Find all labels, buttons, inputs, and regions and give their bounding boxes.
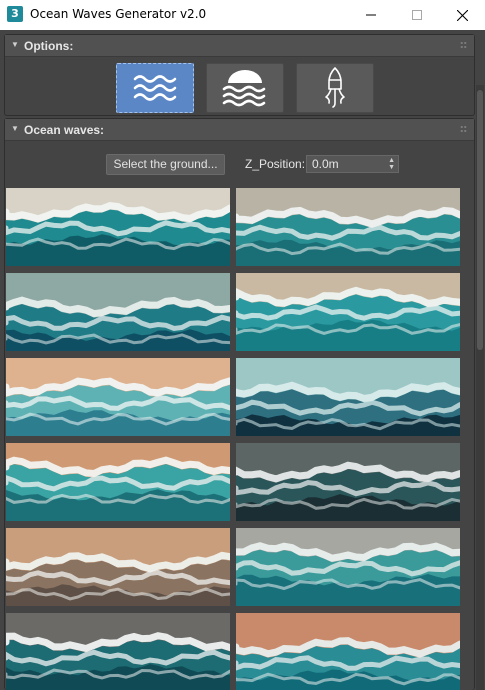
z-position-spinner[interactable]: 0.0m ▲ ▼ [306,155,399,173]
wave-image [6,358,230,436]
wave-thumb-3[interactable] [6,273,230,351]
wave-image [236,273,460,351]
options-rollout-title: Options: [24,39,74,53]
buoy-mode-button[interactable] [296,63,374,113]
wave-thumb-11[interactable] [6,613,230,690]
ocean-waves-rollout-title: Ocean waves: [24,123,105,137]
grip-icon[interactable] [460,125,467,133]
wave-image [6,273,230,351]
wave-image [236,613,460,690]
tool-panel: ▼ Options: ▼ Ocean waves: Select the gro… [0,30,485,690]
ocean-waves-rollout-header[interactable]: ▼ Ocean waves: [5,119,474,141]
close-button[interactable] [439,0,485,30]
title-bar: 3 Ocean Waves Generator v2.0 [0,0,485,30]
wave-thumb-7[interactable] [6,443,230,521]
wave-thumb-5[interactable] [6,358,230,436]
buoy-icon [325,67,345,108]
grip-icon[interactable] [460,41,467,49]
wave-image [236,443,460,521]
wave-image [6,528,230,606]
wave-image [6,188,230,266]
waves-icon [133,75,177,101]
maximize-icon [412,10,422,20]
wave-image [6,443,230,521]
wave-thumb-8[interactable] [236,443,460,521]
wave-thumb-2[interactable] [236,188,460,266]
wave-thumb-6[interactable] [236,358,460,436]
collapse-arrow-icon: ▼ [11,40,19,49]
select-ground-button[interactable]: Select the ground... [106,154,225,175]
vertical-scrollbar[interactable] [476,85,484,690]
sun-waves-icon [222,70,266,107]
z-position-value[interactable]: 0.0m [312,157,339,171]
wave-image [6,613,230,690]
app-icon: 3 [7,6,23,22]
window-title: Ocean Waves Generator v2.0 [30,7,207,21]
wave-thumb-1[interactable] [6,188,230,266]
spinner-arrows-icon[interactable]: ▲ ▼ [388,157,395,171]
wave-image [236,188,460,266]
options-rollout-header[interactable]: ▼ Options: [5,35,474,57]
wave-image [236,528,460,606]
waves-mode-button[interactable] [116,63,194,113]
collapse-arrow-icon: ▼ [11,124,19,133]
scrollbar-thumb[interactable] [477,90,483,350]
wave-thumb-4[interactable] [236,273,460,351]
close-icon [456,9,468,21]
sun-waves-mode-button[interactable] [206,63,284,113]
minimize-button[interactable] [348,0,394,30]
wave-thumb-10[interactable] [236,528,460,606]
wave-image [236,358,460,436]
wave-thumb-12[interactable] [236,613,460,690]
wave-thumb-9[interactable] [6,528,230,606]
minimize-icon [366,14,376,16]
maximize-button[interactable] [394,0,440,30]
options-rollout: ▼ Options: [4,34,475,116]
z-position-label: Z_Position: [245,157,306,171]
